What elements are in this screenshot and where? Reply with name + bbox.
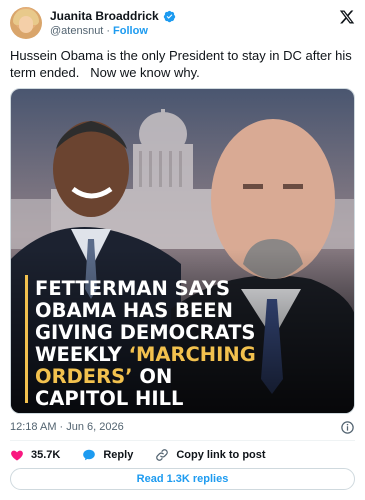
copy-link-button[interactable]: Copy link to post — [155, 448, 266, 462]
reply-button[interactable]: Reply — [82, 448, 133, 462]
link-icon — [156, 449, 169, 461]
headline-accent-bar — [25, 275, 28, 403]
divider — [10, 440, 355, 441]
tweet-text: Hussein Obama is the only President to s… — [10, 48, 356, 80]
headline-line-3: GIVING DEMOCRATS — [35, 321, 255, 344]
avatar-face — [19, 16, 33, 33]
headline-line-1: FETTERMAN SAYS — [35, 277, 230, 300]
headline-line-5: ORDERS’ ON — [35, 365, 172, 388]
tweet-header: Juanita Broaddrick @atensnut · Follow — [10, 7, 355, 39]
tweet-meta: 12:18 AM · Jun 6, 2026 — [10, 420, 355, 436]
avatar[interactable] — [10, 7, 42, 39]
handle-row: @atensnut · Follow — [50, 25, 148, 37]
like-button[interactable]: 35.7K — [10, 448, 60, 462]
display-name[interactable]: Juanita Broaddrick — [50, 9, 159, 23]
like-count: 35.7K — [31, 449, 61, 461]
headline-line-4: WEEKLY ‘MARCHING — [35, 343, 256, 366]
separator-dot: · — [106, 25, 111, 37]
headline-line-6: CAPITOL HILL — [35, 387, 183, 410]
name-row: Juanita Broaddrick — [50, 9, 176, 23]
reply-label: Reply — [103, 449, 134, 461]
follow-button[interactable]: Follow — [113, 25, 148, 37]
handle[interactable]: @atensnut — [50, 25, 103, 37]
heart-icon — [11, 450, 23, 461]
verified-badge-icon — [163, 10, 175, 22]
copy-link-label: Copy link to post — [176, 449, 266, 461]
x-logo-icon[interactable] — [339, 9, 355, 25]
headline-line-2: OBAMA HAS BEEN — [35, 299, 233, 322]
read-replies-button[interactable]: Read 1.3K replies — [10, 468, 355, 490]
tweet-card: Juanita Broaddrick @atensnut · Follow Hu… — [0, 0, 365, 500]
info-icon[interactable] — [340, 420, 355, 435]
action-bar: 35.7K Reply Copy link to post — [10, 447, 355, 463]
tweet-media-image[interactable]: FETTERMAN SAYS OBAMA HAS BEEN GIVING DEM… — [10, 88, 355, 414]
media-illustration: FETTERMAN SAYS OBAMA HAS BEEN GIVING DEM… — [11, 89, 354, 413]
reply-bubble-icon — [83, 449, 96, 461]
timestamp[interactable]: 12:18 AM · Jun 6, 2026 — [10, 421, 124, 433]
